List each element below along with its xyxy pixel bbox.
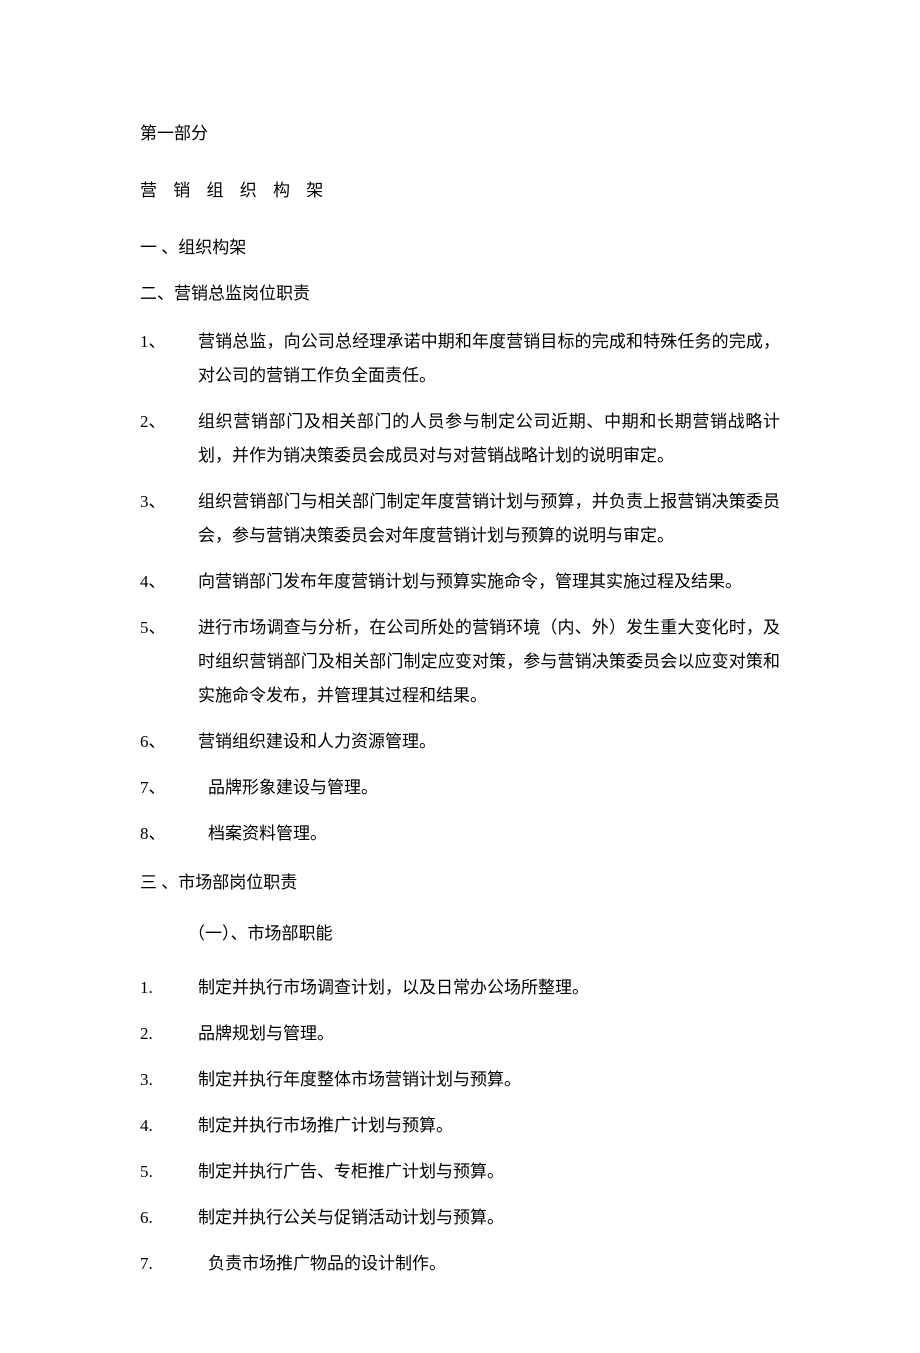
- list-item: 7、 品牌形象建设与管理。: [140, 771, 780, 805]
- list-item: 3. 制定并执行年度整体市场营销计划与预算。: [140, 1063, 780, 1097]
- item-number: 3、: [140, 485, 198, 553]
- section-2-heading: 二、营销总监岗位职责: [140, 280, 780, 307]
- list-item: 4、 向营销部门发布年度营销计划与预算实施命令，管理其实施过程及结果。: [140, 565, 780, 599]
- list-item: 8、 档案资料管理。: [140, 817, 780, 851]
- item-text: 制定并执行市场调查计划，以及日常办公场所整理。: [198, 971, 780, 1005]
- item-number: 5、: [140, 611, 198, 713]
- item-text: 制定并执行公关与促销活动计划与预算。: [198, 1201, 780, 1235]
- list-item: 7. 负责市场推广物品的设计制作。: [140, 1247, 780, 1281]
- part-title: 第一部分: [140, 120, 780, 147]
- section-3-heading: 三 、市场部岗位职责: [140, 869, 780, 896]
- list-item: 6、 营销组织建设和人力资源管理。: [140, 725, 780, 759]
- item-text: 进行市场调查与分析，在公司所处的营销环境（内、外）发生重大变化时，及时组织营销部…: [198, 611, 780, 713]
- section-2-list: 1、 营销总监，向公司总经理承诺中期和年度营销目标的完成和特殊任务的完成，对公司…: [140, 325, 780, 851]
- item-number: 2、: [140, 405, 198, 473]
- list-item: 6. 制定并执行公关与促销活动计划与预算。: [140, 1201, 780, 1235]
- item-text: 营销总监，向公司总经理承诺中期和年度营销目标的完成和特殊任务的完成，对公司的营销…: [198, 325, 780, 393]
- item-number: 1、: [140, 325, 198, 393]
- item-text: 向营销部门发布年度营销计划与预算实施命令，管理其实施过程及结果。: [198, 565, 780, 599]
- item-number: 2.: [140, 1017, 198, 1051]
- item-number: 4、: [140, 565, 198, 599]
- item-number: 8、: [140, 817, 208, 851]
- item-number: 7、: [140, 771, 208, 805]
- item-text: 组织营销部门与相关部门制定年度营销计划与预算，并负责上报营销决策委员会，参与营销…: [198, 485, 780, 553]
- item-number: 7.: [140, 1247, 208, 1281]
- list-item: 2、 组织营销部门及相关部门的人员参与制定公司近期、中期和长期营销战略计划，并作…: [140, 405, 780, 473]
- document-subtitle: 营 销 组 织 构 架: [140, 177, 780, 204]
- item-number: 4.: [140, 1109, 198, 1143]
- list-item: 5、 进行市场调查与分析，在公司所处的营销环境（内、外）发生重大变化时，及时组织…: [140, 611, 780, 713]
- item-text: 组织营销部门及相关部门的人员参与制定公司近期、中期和长期营销战略计划，并作为销决…: [198, 405, 780, 473]
- item-text: 制定并执行市场推广计划与预算。: [198, 1109, 780, 1143]
- subsection-3-1-heading: （一）、市场部职能: [188, 920, 780, 947]
- list-item: 5. 制定并执行广告、专柜推广计划与预算。: [140, 1155, 780, 1189]
- item-number: 6、: [140, 725, 198, 759]
- item-text: 品牌规划与管理。: [198, 1017, 780, 1051]
- item-number: 3.: [140, 1063, 198, 1097]
- item-number: 6.: [140, 1201, 198, 1235]
- section-1-heading: 一 、组织构架: [140, 234, 780, 261]
- list-item: 1、 营销总监，向公司总经理承诺中期和年度营销目标的完成和特殊任务的完成，对公司…: [140, 325, 780, 393]
- item-text: 营销组织建设和人力资源管理。: [198, 725, 780, 759]
- item-text: 负责市场推广物品的设计制作。: [208, 1247, 780, 1281]
- item-text: 品牌形象建设与管理。: [208, 771, 780, 805]
- list-item: 1. 制定并执行市场调查计划，以及日常办公场所整理。: [140, 971, 780, 1005]
- item-text: 档案资料管理。: [208, 817, 780, 851]
- list-item: 4. 制定并执行市场推广计划与预算。: [140, 1109, 780, 1143]
- section-3-1-list: 1. 制定并执行市场调查计划，以及日常办公场所整理。 2. 品牌规划与管理。 3…: [140, 971, 780, 1281]
- item-text: 制定并执行年度整体市场营销计划与预算。: [198, 1063, 780, 1097]
- item-text: 制定并执行广告、专柜推广计划与预算。: [198, 1155, 780, 1189]
- list-item: 3、 组织营销部门与相关部门制定年度营销计划与预算，并负责上报营销决策委员会，参…: [140, 485, 780, 553]
- list-item: 2. 品牌规划与管理。: [140, 1017, 780, 1051]
- item-number: 5.: [140, 1155, 198, 1189]
- item-number: 1.: [140, 971, 198, 1005]
